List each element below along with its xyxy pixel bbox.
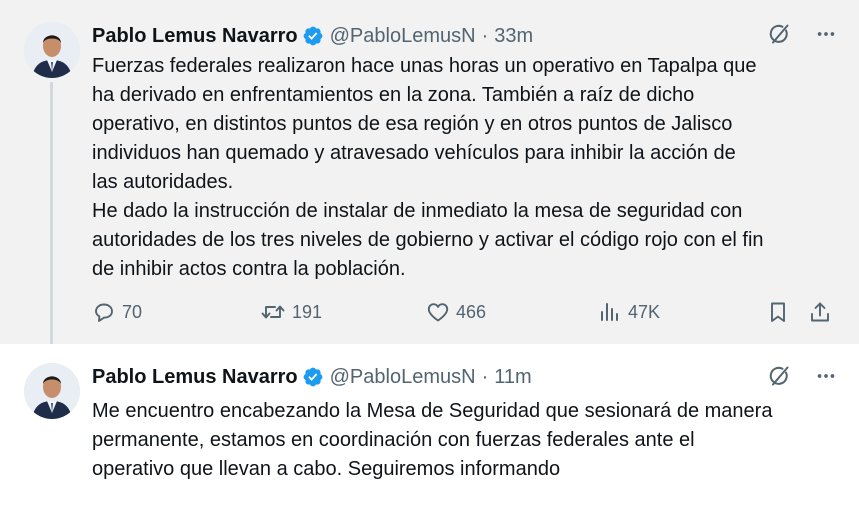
like-button[interactable]: 466 — [426, 300, 486, 324]
timestamp[interactable]: 33m — [494, 25, 533, 48]
reply-button[interactable]: 70 — [92, 300, 142, 324]
reply-icon — [92, 300, 116, 324]
more-icon[interactable] — [815, 23, 837, 45]
tweet-text-line: operativo que llevan a cabo. Seguiremos … — [92, 458, 561, 480]
tweet-top-actions — [767, 22, 837, 46]
tweet-text-line: autoridades de los tres niveles de gobie… — [92, 229, 764, 251]
like-count: 466 — [456, 301, 487, 322]
avatar[interactable] — [24, 363, 80, 419]
tweet-text-line: de inhibir actos contra la población. — [92, 258, 406, 280]
bookmark-icon — [766, 300, 790, 324]
tweet-text-line: ha derivado en enfrentamientos en la zon… — [92, 84, 695, 106]
views-icon — [598, 300, 622, 324]
grok-icon[interactable] — [767, 364, 791, 388]
author-name[interactable]: Pablo Lemus Navarro — [92, 366, 298, 389]
tweet-top-actions — [767, 364, 837, 388]
avatar[interactable] — [24, 22, 80, 78]
reply-count: 70 — [122, 301, 143, 322]
retweet-count: 191 — [292, 301, 323, 322]
separator-dot: · — [481, 24, 489, 47]
tweet-text: Me encuentro encabezando la Mesa de Segu… — [92, 397, 829, 484]
more-icon[interactable] — [815, 365, 837, 387]
thread-connector-line — [50, 82, 53, 369]
author-handle[interactable]: @PabloLemusN — [330, 25, 476, 48]
tweet-text-line: permanente, estamos en coordinación con … — [92, 429, 695, 451]
views-button[interactable]: 47K — [598, 300, 660, 324]
tweet-text-line: He dado la instrucción de instalar de in… — [92, 200, 743, 222]
share-button[interactable] — [808, 300, 832, 324]
tweet-text-line: Fuerzas federales realizaron hace unas h… — [92, 55, 757, 77]
retweet-icon — [260, 300, 286, 324]
author-name[interactable]: Pablo Lemus Navarro — [92, 25, 298, 48]
tweet-text-line: las autoridades. — [92, 171, 234, 193]
verified-badge-icon — [302, 366, 324, 388]
tweet-text-line: Me encuentro encabezando la Mesa de Segu… — [92, 400, 773, 422]
tweet-header: Pablo Lemus Navarro @PabloLemusN · 11m — [92, 363, 532, 391]
tweet-1[interactable]: Pablo Lemus Navarro @PabloLemusN · 33m F… — [0, 0, 859, 369]
author-handle[interactable]: @PabloLemusN — [330, 366, 476, 389]
tweet-text-line: operativo, en distintos puntos de esa re… — [92, 113, 733, 135]
grok-icon[interactable] — [767, 22, 791, 46]
share-icon — [808, 300, 832, 324]
tweet-2[interactable]: Pablo Lemus Navarro @PabloLemusN · 11m M… — [0, 344, 859, 508]
heart-icon — [426, 300, 450, 324]
separator-dot: · — [481, 365, 489, 388]
tweet-text-line: individuos han quemado y atravesado vehí… — [92, 142, 736, 164]
timestamp[interactable]: 11m — [494, 366, 531, 389]
verified-badge-icon — [302, 25, 324, 47]
retweet-button[interactable]: 191 — [260, 300, 322, 324]
views-count: 47K — [628, 301, 661, 322]
tweet-text: Fuerzas federales realizaron hace unas h… — [92, 52, 829, 284]
bookmark-button[interactable] — [766, 300, 790, 324]
tweet-header: Pablo Lemus Navarro @PabloLemusN · 33m — [92, 22, 533, 50]
tweet-action-bar: 70 191 466 47K — [92, 300, 840, 332]
